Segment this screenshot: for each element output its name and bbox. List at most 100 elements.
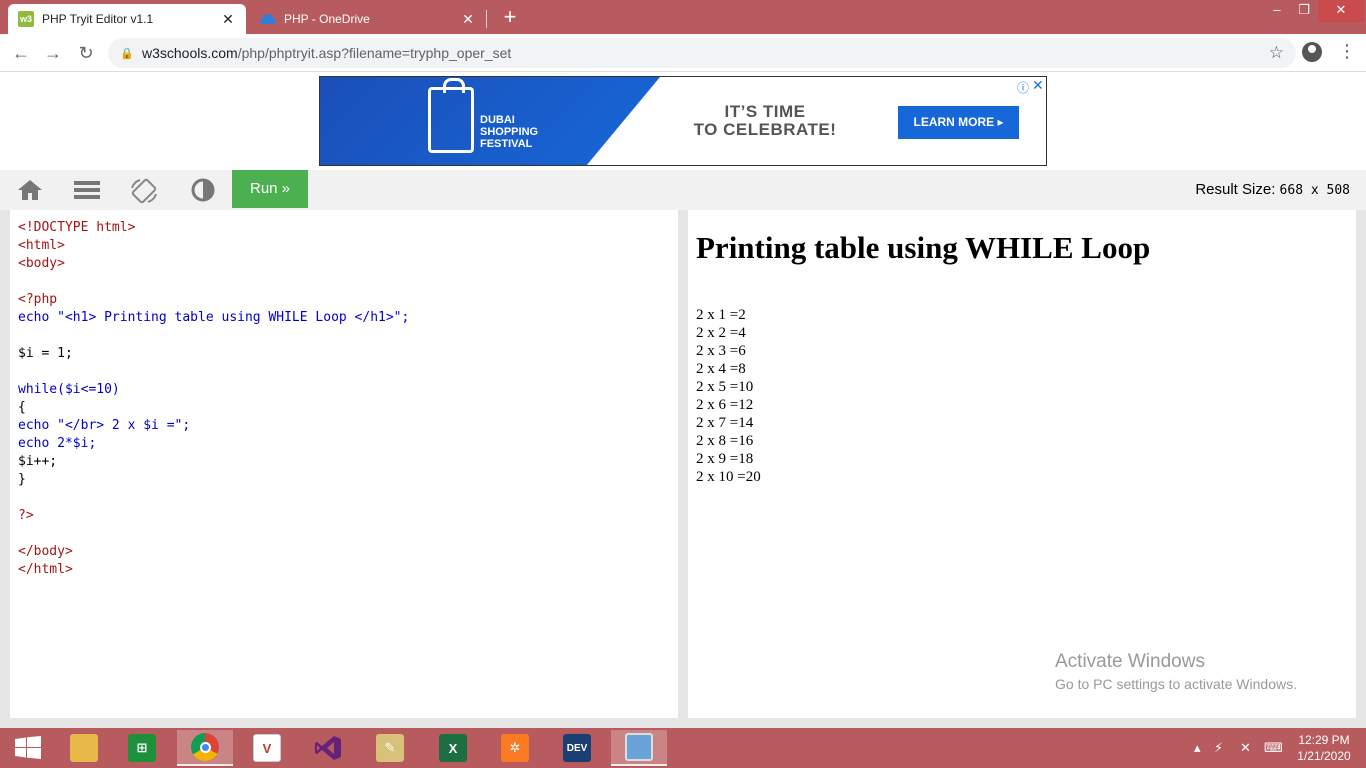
vnc-taskbar-button[interactable]: V — [239, 730, 295, 766]
code-line: echo "</br> 2 x $i ="; — [18, 418, 191, 433]
url-host: w3schools.com — [142, 45, 238, 61]
result-output: 2 x 1 =2 2 x 2 =4 2 x 3 =6 2 x 4 =8 2 x 5 =1… — [696, 306, 1348, 486]
code-editor[interactable]: <!DOCTYPE html> <html> <body> <?php echo "<… — [10, 210, 678, 718]
photos-icon — [625, 733, 653, 761]
code-line: </html> — [18, 562, 73, 577]
address-bar[interactable]: 🔒 w3schools.com/php/phptryit.asp?filenam… — [108, 38, 1296, 68]
tab-separator — [486, 10, 487, 28]
ad-headline-line2: TO CELEBRATE! — [693, 120, 837, 139]
lock-icon: 🔒 — [120, 48, 134, 60]
file-explorer-icon — [70, 734, 98, 762]
windows-taskbar: ⊞ V ✎ X ✲ DEV ▴ ⚡ ✕ ⌨ 12:29 PM 1/21/2020 — [0, 728, 1366, 768]
theme-contrast-icon[interactable] — [190, 178, 216, 202]
reload-button[interactable]: ↻ — [75, 42, 97, 64]
run-button[interactable]: Run » — [232, 170, 308, 208]
result-pane: Printing table using WHILE Loop 2 x 1 =2… — [688, 210, 1356, 718]
code-line: } — [18, 472, 26, 487]
code-line: $i++; — [18, 454, 58, 469]
store-taskbar-button[interactable]: ⊞ — [114, 730, 170, 766]
result-line: 2 x 8 =16 — [696, 433, 754, 449]
result-line: 2 x 7 =14 — [696, 415, 754, 431]
result-line: 2 x 3 =6 — [696, 343, 746, 359]
tab-title: PHP Tryit Editor v1.1 — [42, 12, 154, 26]
url-path: /php/phptryit.asp?filename=tryphp_oper_s… — [237, 45, 512, 61]
account-avatar-icon[interactable] — [1302, 42, 1322, 62]
close-tab-icon[interactable]: ✕ — [460, 11, 476, 28]
chrome-icon — [191, 733, 219, 761]
activate-windows-watermark: Activate Windows Go to PC settings to ac… — [1055, 651, 1297, 692]
ad-learn-more-button[interactable]: LEARN MORE ▸ — [898, 106, 1019, 139]
maximize-button[interactable]: ❐ — [1292, 0, 1316, 22]
show-hidden-icons-icon[interactable]: ▴ — [1194, 740, 1201, 756]
menu-icon[interactable] — [74, 178, 100, 202]
file-explorer-taskbar-button[interactable] — [56, 730, 112, 766]
photos-taskbar-button[interactable] — [611, 730, 667, 766]
result-size-label: Result Size: — [1195, 181, 1276, 198]
result-line: 2 x 2 =4 — [696, 325, 746, 341]
ad-close-icon[interactable]: ✕ — [1032, 77, 1044, 94]
tab-php-tryit-editor[interactable]: w3 PHP Tryit Editor v1.1 ✕ — [8, 4, 246, 34]
forward-button[interactable]: → — [42, 42, 64, 64]
code-line: <?php — [18, 292, 58, 307]
rotate-layout-icon[interactable] — [130, 178, 157, 204]
store-icon: ⊞ — [128, 734, 156, 762]
result-line: 2 x 5 =10 — [696, 379, 754, 395]
tab-php-onedrive[interactable]: PHP - OneDrive ✕ — [250, 4, 486, 34]
code-line: { — [18, 400, 26, 415]
tools-icon: ✎ — [376, 734, 404, 762]
back-button[interactable]: ← — [10, 42, 32, 64]
devcpp-taskbar-button[interactable]: DEV — [549, 730, 605, 766]
vnc-icon: V — [253, 734, 281, 762]
xampp-control-taskbar-button[interactable]: ✎ — [362, 730, 418, 766]
code-line: ?> — [18, 508, 34, 523]
browser-menu-icon[interactable]: ⋮ — [1338, 42, 1356, 64]
close-window-button[interactable]: ✕ — [1318, 0, 1364, 22]
code-line: echo "<h1> Printing table using WHILE Lo… — [18, 310, 410, 325]
network-icon[interactable]: ⚡ — [1214, 740, 1223, 756]
xampp-taskbar-button[interactable]: ✲ — [487, 730, 543, 766]
close-tab-icon[interactable]: ✕ — [220, 11, 236, 28]
w3schools-favicon-icon: w3 — [18, 11, 34, 27]
code-line: $i = 1; — [18, 346, 73, 361]
result-line: 2 x 1 =2 — [696, 307, 746, 323]
code-line: <html> — [18, 238, 65, 253]
ad-info-icon[interactable]: ⓘ — [1017, 79, 1029, 96]
result-line: 2 x 6 =12 — [696, 397, 754, 413]
keyboard-icon[interactable]: ⌨ — [1264, 740, 1283, 756]
home-icon[interactable] — [17, 178, 43, 202]
browser-toolbar: ← → ↻ 🔒 w3schools.com/php/phptryit.asp?f… — [0, 34, 1366, 72]
watermark-line1: Activate Windows — [1055, 651, 1205, 672]
ad-logo-text: DUBAI SHOPPING FESTIVAL — [480, 114, 539, 150]
visual-studio-taskbar-button[interactable] — [300, 730, 356, 766]
start-button[interactable] — [0, 730, 56, 766]
devcpp-icon: DEV — [563, 734, 591, 762]
excel-taskbar-button[interactable]: X — [425, 730, 481, 766]
minimize-button[interactable]: – — [1265, 0, 1289, 22]
code-line: </body> — [18, 544, 73, 559]
chrome-taskbar-button[interactable] — [177, 730, 233, 766]
bookmark-star-icon[interactable]: ☆ — [1269, 43, 1284, 63]
shopping-bag-icon — [428, 78, 474, 153]
ad-headline: IT’S TIME TO CELEBRATE! — [680, 103, 850, 139]
result-size-value: 668 x 508 — [1279, 183, 1350, 198]
result-line: 2 x 9 =18 — [696, 451, 754, 467]
clock-date: 1/21/2020 — [1297, 749, 1351, 763]
result-line: 2 x 4 =8 — [696, 361, 746, 377]
ad-banner[interactable]: DUBAI SHOPPING FESTIVAL IT’S TIME TO CEL… — [319, 76, 1047, 166]
code-line: while($i<=10) — [18, 382, 120, 397]
code-line: <!DOCTYPE html> — [18, 220, 136, 235]
volume-muted-icon[interactable]: ✕ — [1240, 740, 1251, 756]
clock-time: 12:29 PM — [1298, 733, 1350, 747]
code-line: echo 2*$i; — [18, 436, 97, 451]
new-tab-button[interactable]: + — [498, 5, 522, 29]
code-line: <body> — [18, 256, 65, 271]
editor-toolbar: Run » Result Size: 668 x 508 — [0, 170, 1366, 210]
taskbar-clock[interactable]: 12:29 PM 1/21/2020 — [1294, 732, 1354, 764]
tab-title: PHP - OneDrive — [284, 12, 370, 26]
onedrive-favicon-icon — [260, 11, 276, 27]
